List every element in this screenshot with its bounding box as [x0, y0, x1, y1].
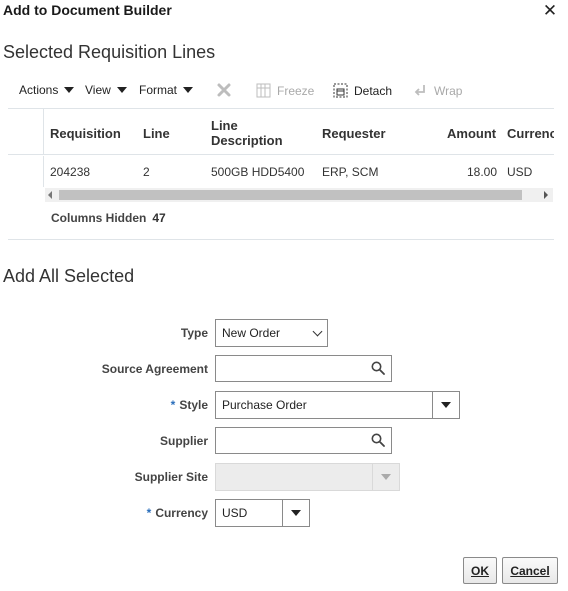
columns-hidden-count: 47: [152, 211, 166, 225]
ok-button-label: OK: [471, 563, 489, 578]
required-indicator: *: [170, 398, 176, 412]
row-selector-header: [8, 109, 44, 154]
style-label-wrap: * Style: [8, 398, 208, 412]
format-menu[interactable]: Format: [139, 83, 194, 97]
type-label: Type: [180, 326, 208, 340]
scroll-right-icon[interactable]: [544, 191, 548, 199]
actions-menu[interactable]: Actions: [19, 83, 75, 97]
scrollbar-thumb[interactable]: [59, 190, 522, 200]
delete-x-icon: [217, 83, 231, 97]
cell-line-description: 500GB HDD5400: [211, 165, 305, 179]
detach-icon: [333, 83, 348, 98]
cell-currency: USD: [507, 165, 533, 179]
table-header: Requisition Line Line Description Reques…: [8, 109, 554, 155]
table-row[interactable]: 204238 2 500GB HDD5400 ERP, SCM 18.00 US…: [8, 156, 554, 187]
view-menu[interactable]: View: [85, 83, 127, 97]
column-header-amount[interactable]: Amount: [447, 126, 496, 141]
cancel-button-label: Cancel: [510, 563, 550, 578]
search-icon[interactable]: [371, 433, 385, 447]
column-header-requester[interactable]: Requester: [322, 126, 386, 141]
columns-hidden-status: Columns Hidden 47: [51, 211, 166, 225]
wrap-icon: [414, 85, 425, 96]
section-divider: [8, 239, 554, 240]
format-menu-label: Format: [139, 83, 178, 97]
currency-label: Currency: [155, 506, 208, 520]
close-icon[interactable]: ✕: [540, 0, 560, 22]
freeze-label: Freeze: [277, 83, 315, 98]
style-dropdown-button[interactable]: [432, 392, 459, 418]
cell-requisition: 204238: [50, 165, 91, 179]
dropdown-arrow-icon: [441, 402, 451, 408]
selected-lines-heading: Selected Requisition Lines: [3, 42, 216, 62]
chevron-down-icon: [183, 87, 194, 93]
style-combobox[interactable]: Purchase Order: [215, 391, 460, 419]
detach-label: Detach: [354, 83, 393, 98]
freeze-icon: [256, 83, 271, 98]
currency-value[interactable]: USD: [216, 500, 282, 526]
search-icon[interactable]: [371, 361, 385, 375]
actions-menu-label: Actions: [19, 83, 59, 97]
required-indicator: *: [146, 506, 152, 520]
dropdown-arrow-icon: [381, 474, 391, 480]
cell-line: 2: [143, 165, 150, 179]
currency-dropdown-button[interactable]: [282, 500, 309, 526]
detach-button[interactable]: Detach: [333, 83, 392, 98]
style-label: Style: [179, 398, 208, 412]
supplier-site-dropdown-button: [372, 464, 399, 490]
column-header-requisition[interactable]: Requisition: [50, 126, 121, 141]
view-menu-label: View: [85, 83, 111, 97]
scroll-left-icon[interactable]: [48, 191, 52, 199]
column-header-line-description-1: Line: [211, 118, 238, 133]
chevron-down-icon: [312, 326, 323, 336]
wrap-label: Wrap: [434, 83, 463, 98]
chevron-down-icon: [116, 87, 127, 93]
column-header-line[interactable]: Line: [143, 126, 170, 141]
column-header-currency[interactable]: Currenc: [507, 126, 554, 141]
ok-button[interactable]: OK: [463, 557, 497, 584]
add-all-selected-heading: Add All Selected: [3, 266, 135, 286]
column-header-line-description[interactable]: Line Description: [211, 118, 283, 148]
columns-hidden-label: Columns Hidden: [51, 211, 147, 225]
style-value[interactable]: Purchase Order: [216, 392, 432, 418]
chevron-down-icon: [64, 87, 75, 93]
type-select[interactable]: New Order: [215, 319, 328, 347]
dropdown-arrow-icon: [291, 510, 301, 516]
horizontal-scrollbar[interactable]: [45, 188, 553, 202]
row-selector[interactable]: [8, 156, 44, 187]
column-header-line-description-2: Description: [211, 133, 283, 148]
supplier-input[interactable]: [215, 427, 392, 454]
source-agreement-input[interactable]: [215, 355, 392, 382]
supplier-site-label: Supplier Site: [134, 470, 208, 484]
supplier-site-combobox: [215, 463, 400, 491]
currency-combobox[interactable]: USD: [215, 499, 310, 527]
cell-amount: 18.00: [467, 165, 498, 179]
freeze-button[interactable]: Freeze: [256, 83, 314, 98]
currency-label-wrap: * Currency: [8, 506, 208, 520]
type-select-value: New Order: [222, 326, 281, 340]
wrap-button[interactable]: Wrap: [413, 83, 462, 98]
supplier-label: Supplier: [159, 434, 208, 448]
dialog-title: Add to Document Builder: [3, 2, 172, 18]
supplier-site-value: [216, 464, 372, 490]
source-agreement-label: Source Agreement: [101, 362, 208, 376]
cancel-button[interactable]: Cancel: [502, 557, 558, 584]
cell-requester: ERP, SCM: [322, 165, 379, 179]
delete-button[interactable]: [216, 82, 232, 98]
